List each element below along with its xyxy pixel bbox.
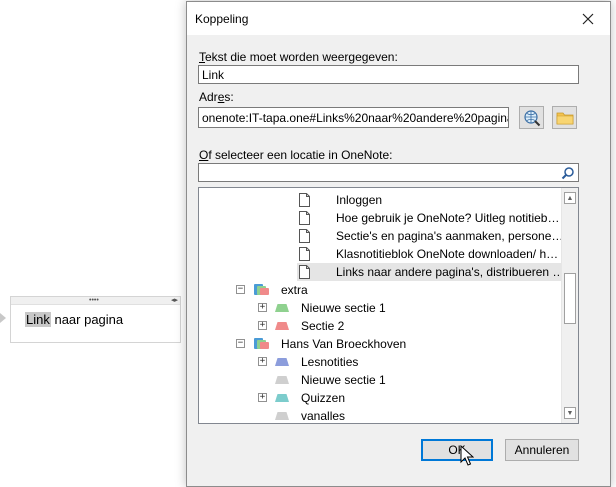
- section-icon: [275, 394, 289, 402]
- tree-item-label: Sectie's en pagina's aanmaken, persone…: [336, 229, 564, 243]
- tree-item-label: Links naar andere pagina's, distribueren…: [336, 265, 565, 279]
- tree-item-section[interactable]: vanalles: [275, 407, 555, 423]
- tree-item-page[interactable]: Inloggen: [299, 191, 559, 209]
- tree-item-label: vanalles: [301, 409, 346, 423]
- close-button[interactable]: [576, 8, 600, 30]
- cancel-button[interactable]: Annuleren: [505, 439, 579, 461]
- tree-item-section[interactable]: Nieuwe sectie 1: [275, 299, 555, 317]
- scroll-thumb[interactable]: [564, 273, 576, 324]
- tree-scrollbar[interactable]: ▲ ▼: [561, 188, 578, 423]
- expand-toggle[interactable]: +: [258, 357, 267, 366]
- expand-toggle[interactable]: +: [258, 303, 267, 312]
- location-label: Of selecteer een locatie in OneNote:: [199, 148, 393, 162]
- location-search-input[interactable]: [198, 163, 579, 182]
- tree-item-label: extra: [281, 283, 308, 297]
- close-icon: [582, 13, 594, 25]
- tree-item-section[interactable]: Sectie 2: [275, 317, 555, 335]
- selected-text: Link: [25, 312, 51, 327]
- tree-item-page[interactable]: Hoe gebruik je OneNote? Uitleg notitieb…: [299, 209, 559, 227]
- page-icon: [299, 265, 310, 279]
- page-icon: [299, 193, 310, 207]
- collapse-toggle[interactable]: −: [236, 339, 245, 348]
- page-marker: [0, 313, 6, 323]
- browse-web-button[interactable]: [519, 106, 544, 129]
- link-dialog: Koppeling Tekst die moet worden weergege…: [186, 1, 611, 487]
- page-icon: [299, 211, 310, 225]
- scroll-up-icon[interactable]: ▲: [564, 192, 576, 204]
- text-label: Tekst die moet worden weergegeven:: [199, 50, 398, 64]
- tree-item-section[interactable]: Quizzen: [275, 389, 555, 407]
- tree-item-notebook[interactable]: Hans Van Broeckhoven: [254, 335, 554, 353]
- location-tree[interactable]: Inloggen Hoe gebruik je OneNote? Uitleg …: [198, 187, 579, 424]
- address-input[interactable]: onenote:IT-tapa.one#Links%20naar%20ander…: [198, 107, 509, 128]
- section-icon: [275, 376, 289, 384]
- note-text-rest: naar pagina: [50, 312, 124, 327]
- mouse-pointer-icon: [460, 445, 474, 466]
- page-icon: [299, 229, 310, 243]
- tree-item-label: Inloggen: [336, 193, 383, 207]
- container-handle-bar[interactable]: •••• ◂▸: [11, 297, 180, 305]
- section-icon: [275, 322, 289, 330]
- search-icon[interactable]: [561, 166, 575, 180]
- tree-item-page-selected[interactable]: Links naar andere pagina's, distribueren…: [297, 263, 565, 281]
- tree-item-label: Hans Van Broeckhoven: [281, 337, 407, 351]
- tree-item-label: Sectie 2: [301, 319, 345, 333]
- tree-item-label: Quizzen: [301, 391, 346, 405]
- collapse-toggle[interactable]: −: [236, 285, 245, 294]
- tree-item-section[interactable]: Lesnotities: [275, 353, 555, 371]
- tree-item-label: Nieuwe sectie 1: [301, 301, 386, 315]
- section-icon: [275, 358, 289, 366]
- display-text-input[interactable]: Link: [198, 65, 579, 84]
- page-icon: [299, 247, 310, 261]
- tree-item-section[interactable]: Nieuwe sectie 1: [275, 371, 555, 389]
- tree-item-label: Hoe gebruik je OneNote? Uitleg notitieb…: [336, 211, 560, 225]
- tree-item-page[interactable]: Klasnotitieblok OneNote downloaden/ h…: [299, 245, 559, 263]
- address-label: Adres:: [199, 90, 234, 104]
- tree-item-label: Lesnotities: [301, 355, 359, 369]
- browse-file-button[interactable]: [552, 106, 577, 129]
- scroll-down-icon[interactable]: ▼: [564, 407, 576, 419]
- note-container[interactable]: •••• ◂▸ Link naar pagina: [10, 296, 181, 343]
- expand-toggle[interactable]: +: [258, 393, 267, 402]
- tree-item-label: Klasnotitieblok OneNote downloaden/ h…: [336, 247, 559, 261]
- title-bar: Koppeling: [187, 2, 610, 35]
- resize-arrows-icon[interactable]: ◂▸: [171, 297, 178, 305]
- folder-icon: [556, 112, 573, 124]
- dialog-title: Koppeling: [195, 12, 249, 26]
- section-icon: [275, 304, 289, 312]
- ok-button[interactable]: OK: [421, 439, 493, 461]
- expand-toggle[interactable]: +: [258, 321, 267, 330]
- note-text[interactable]: Link naar pagina: [25, 312, 123, 327]
- tree-item-page[interactable]: Sectie's en pagina's aanmaken, persone…: [299, 227, 563, 245]
- section-icon: [275, 412, 289, 420]
- notebook-icon: [254, 338, 269, 349]
- tree-item-label: Nieuwe sectie 1: [301, 373, 386, 387]
- notebook-icon: [254, 284, 269, 295]
- globe-search-icon: [523, 109, 540, 126]
- tree-item-notebook[interactable]: extra: [254, 281, 554, 299]
- move-grip-icon[interactable]: ••••: [89, 297, 99, 304]
